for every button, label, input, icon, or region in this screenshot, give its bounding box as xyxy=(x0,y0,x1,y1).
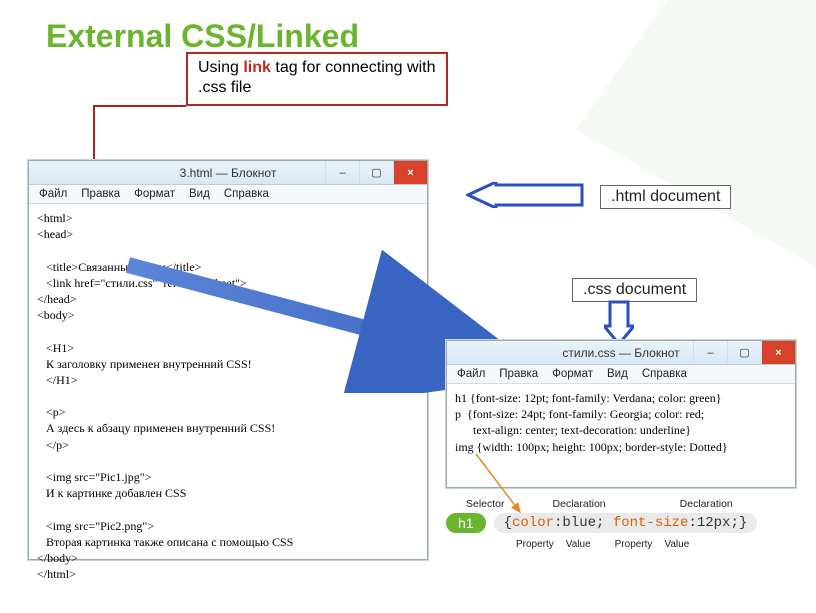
syntax-label-declaration: Declaration xyxy=(553,498,606,510)
notepad-html-menubar: Файл Правка Формат Вид Справка xyxy=(29,185,427,204)
label-css-doc: .css document xyxy=(572,278,697,302)
notepad-css-window: стили.css — Блокнот – ▢ × Файл Правка Фо… xyxy=(446,340,796,488)
minimize-button[interactable]: – xyxy=(693,341,727,364)
syntax-label-value: Value xyxy=(566,539,591,550)
menu-item[interactable]: Файл xyxy=(39,188,67,200)
slide-title: External CSS/Linked xyxy=(46,18,359,55)
notepad-css-title: стили.css — Блокнот xyxy=(562,346,679,360)
maximize-button[interactable]: ▢ xyxy=(359,161,393,184)
syntax-label-value: Value xyxy=(664,539,689,550)
info-callout: Using link tag for connecting with .css … xyxy=(186,52,448,106)
notepad-css-titlebar: стили.css — Блокнот – ▢ × xyxy=(447,341,795,365)
notepad-css-menubar: Файл Правка Формат Вид Справка xyxy=(447,365,795,384)
syntax-label-property: Property xyxy=(516,539,554,550)
background-decoration xyxy=(576,0,816,290)
arrow-to-html-label xyxy=(466,182,586,208)
close-button[interactable]: × xyxy=(761,341,795,364)
menu-item[interactable]: Формат xyxy=(552,368,593,380)
label-html-doc: .html document xyxy=(600,185,731,209)
info-text-accent: link xyxy=(243,59,271,76)
syntax-declaration-pill: {color:blue; font-size:12px;} xyxy=(494,513,758,533)
menu-item[interactable]: Правка xyxy=(499,368,538,380)
syntax-label-selector: Selector xyxy=(466,498,505,510)
close-button[interactable]: × xyxy=(393,161,427,184)
notepad-html-window: 3.html — Блокнот – ▢ × Файл Правка Форма… xyxy=(28,160,428,560)
menu-item[interactable]: Правка xyxy=(81,188,120,200)
syntax-label-declaration: Declaration xyxy=(680,498,733,510)
minimize-button[interactable]: – xyxy=(325,161,359,184)
maximize-button[interactable]: ▢ xyxy=(727,341,761,364)
menu-item[interactable]: Вид xyxy=(189,188,210,200)
css-syntax-diagram: Selector Declaration Declaration h1 {col… xyxy=(446,498,806,550)
syntax-prop: font-size xyxy=(613,515,689,531)
menu-item[interactable]: Формат xyxy=(134,188,175,200)
notepad-css-body[interactable]: h1 {font-size: 12pt; font-family: Verdan… xyxy=(447,384,795,461)
notepad-html-body[interactable]: <html> <head> <title>Связанные стили</ti… xyxy=(29,204,427,588)
syntax-prop: color xyxy=(512,515,554,531)
info-text-pre: Using xyxy=(198,59,243,76)
notepad-html-titlebar: 3.html — Блокнот – ▢ × xyxy=(29,161,427,185)
menu-item[interactable]: Справка xyxy=(642,368,687,380)
syntax-label-property: Property xyxy=(615,539,653,550)
syntax-selector-pill: h1 xyxy=(446,513,486,533)
notepad-html-title: 3.html — Блокнот xyxy=(180,166,277,180)
menu-item[interactable]: Вид xyxy=(607,368,628,380)
menu-item[interactable]: Справка xyxy=(224,188,269,200)
menu-item[interactable]: Файл xyxy=(457,368,485,380)
